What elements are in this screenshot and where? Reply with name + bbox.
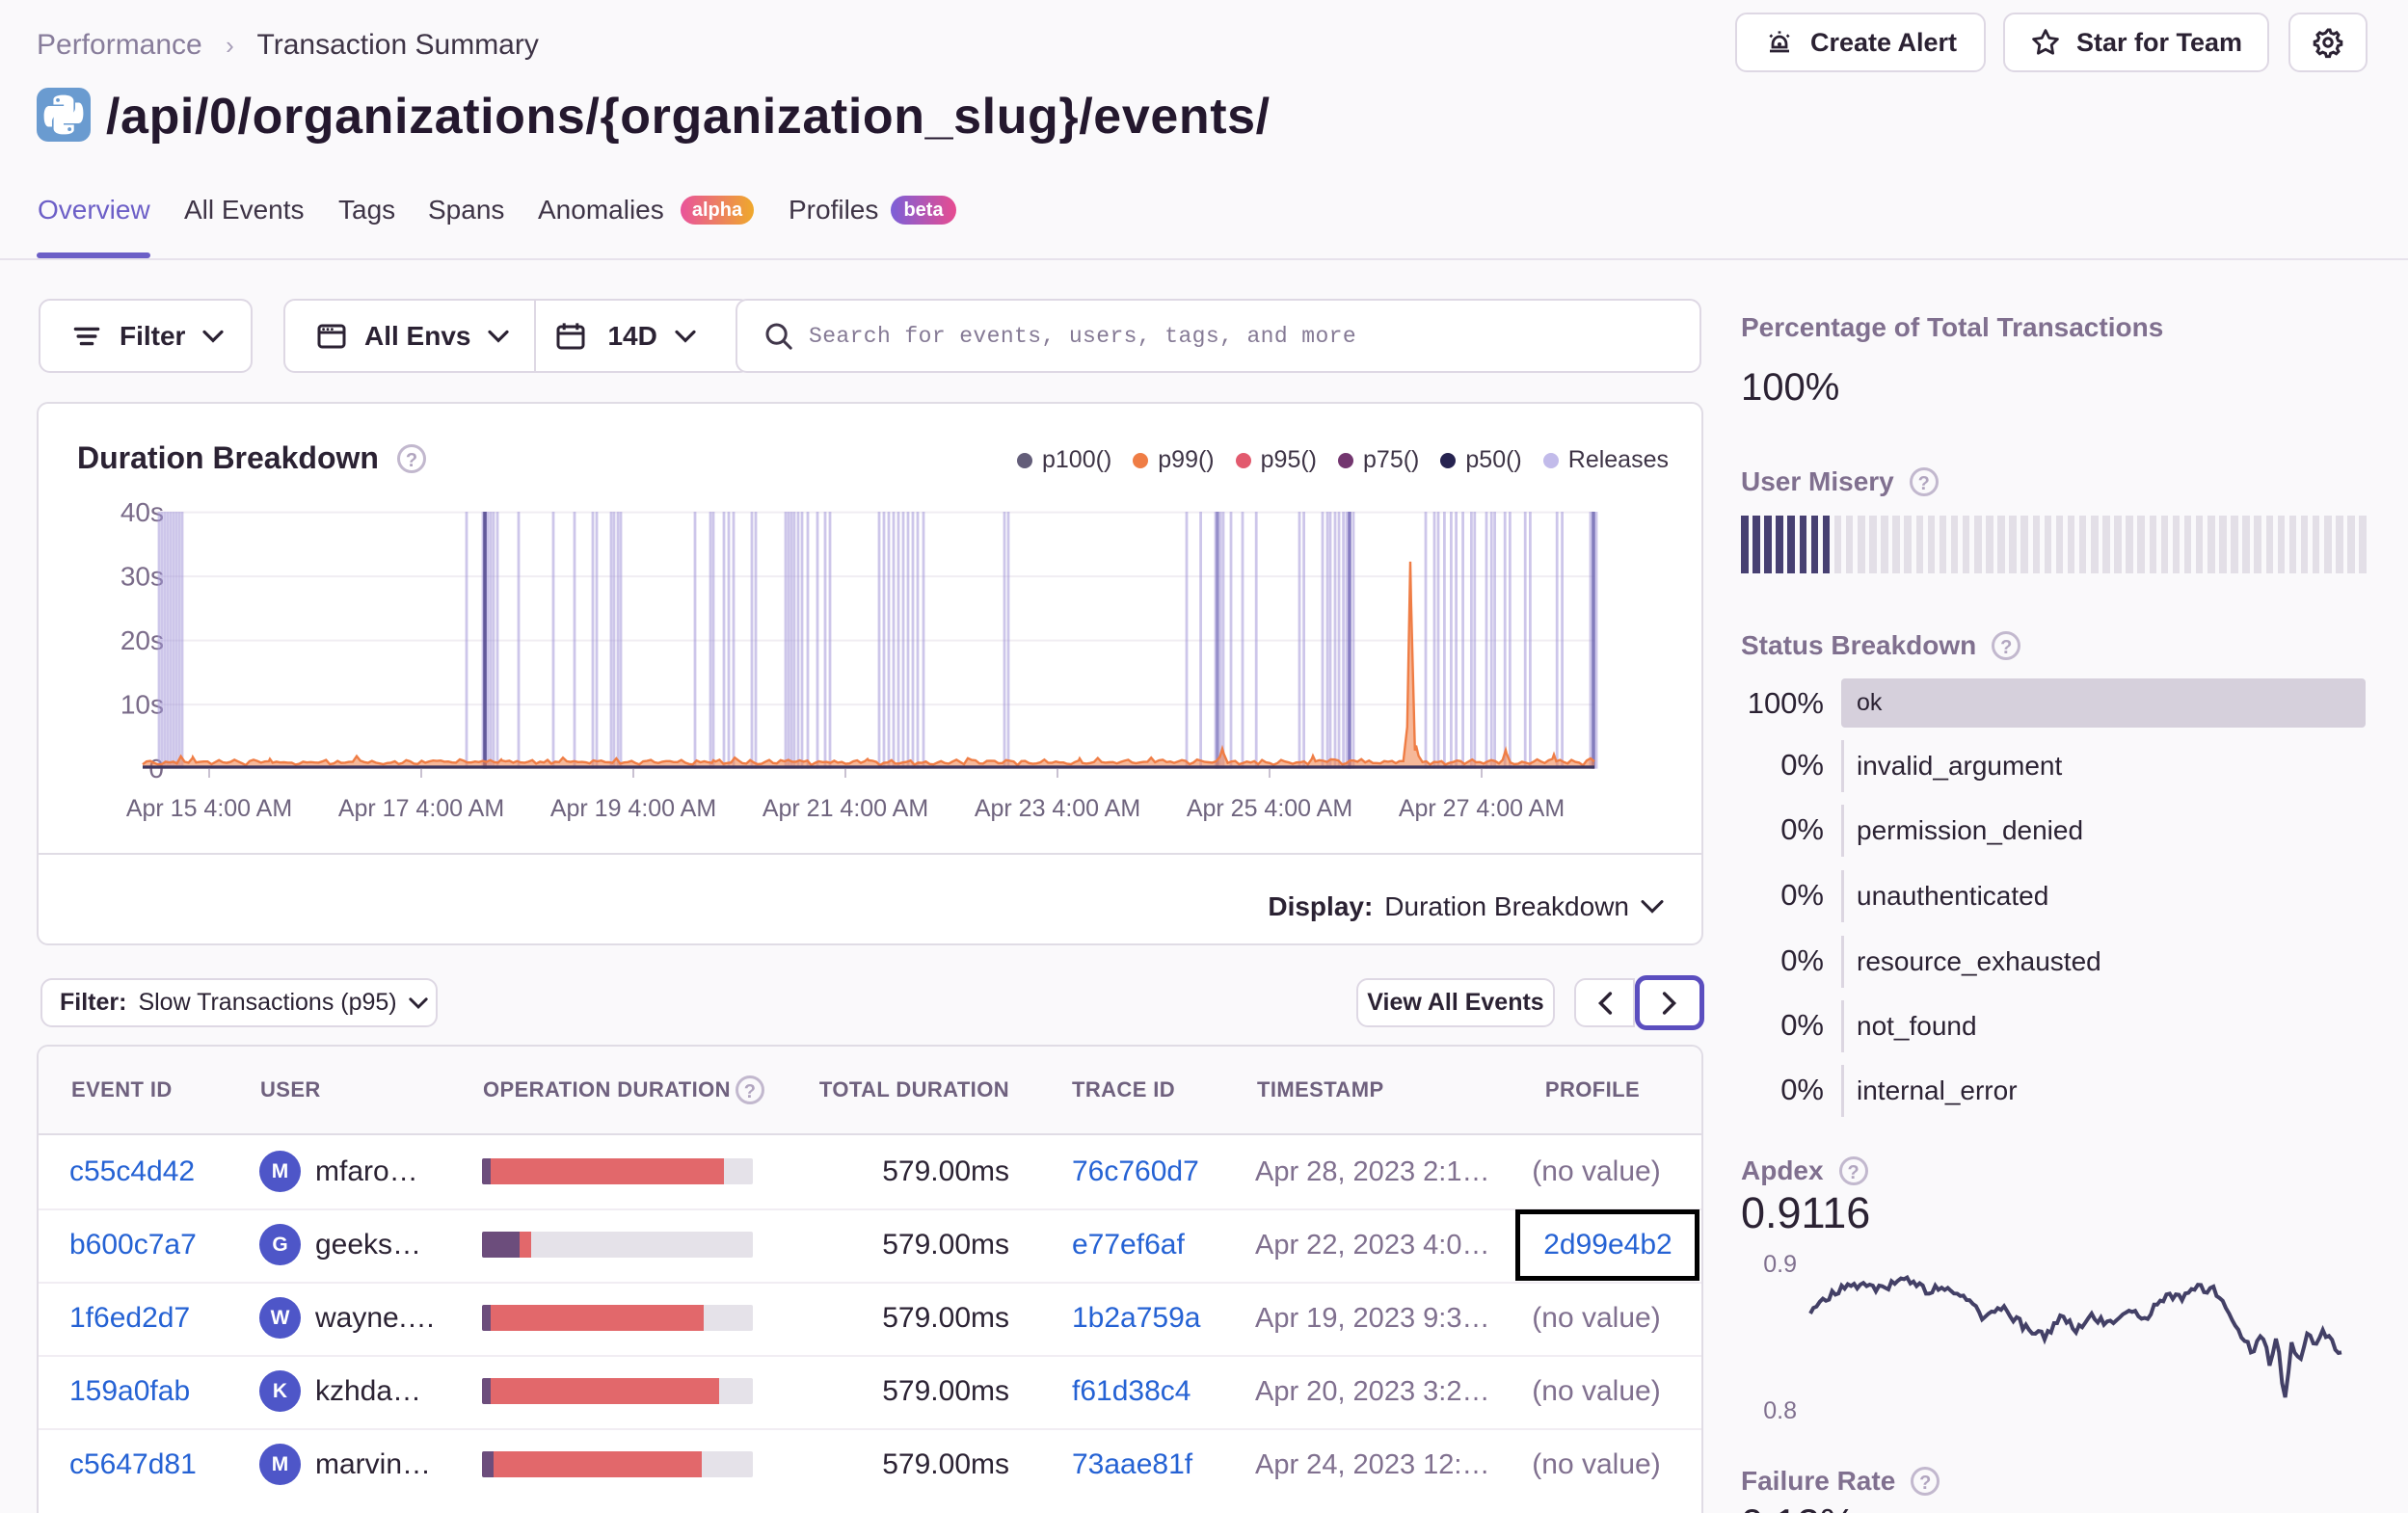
svg-text:10s: 10s bbox=[120, 690, 164, 720]
svg-text:Apr 17 4:00 AM: Apr 17 4:00 AM bbox=[338, 795, 504, 822]
svg-text:40s: 40s bbox=[120, 497, 164, 527]
svg-text:Apr 25 4:00 AM: Apr 25 4:00 AM bbox=[1187, 795, 1352, 822]
svg-text:Apr 19 4:00 AM: Apr 19 4:00 AM bbox=[550, 795, 716, 822]
svg-text:30s: 30s bbox=[120, 562, 164, 592]
svg-text:20s: 20s bbox=[120, 625, 164, 655]
svg-text:0.9: 0.9 bbox=[1763, 1251, 1797, 1278]
svg-text:Apr 27 4:00 AM: Apr 27 4:00 AM bbox=[1399, 795, 1565, 822]
svg-text:Apr 15 4:00 AM: Apr 15 4:00 AM bbox=[126, 795, 292, 822]
svg-text:Apr 23 4:00 AM: Apr 23 4:00 AM bbox=[975, 795, 1140, 822]
svg-text:0.8: 0.8 bbox=[1763, 1397, 1797, 1424]
svg-text:Apr 21 4:00 AM: Apr 21 4:00 AM bbox=[763, 795, 928, 822]
